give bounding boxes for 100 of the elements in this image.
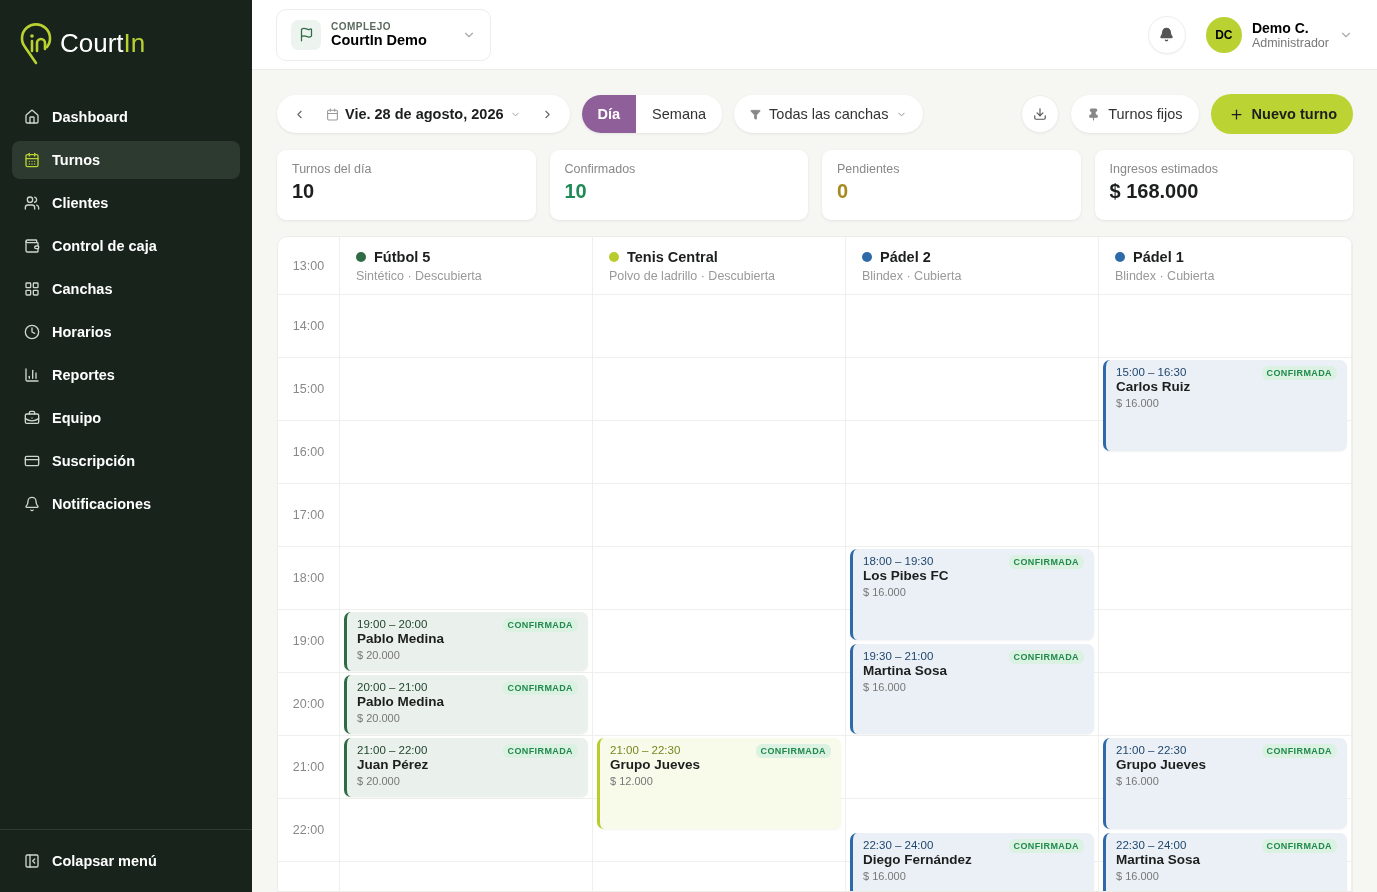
booking-time: 15:00 – 16:30 (1116, 366, 1187, 378)
pin-icon (1087, 107, 1101, 121)
sidebar-item[interactable]: Reportes (12, 356, 240, 394)
calendar-icon (326, 107, 339, 121)
status-badge: CONFIRMADA (1008, 649, 1084, 664)
download-icon (1033, 107, 1048, 121)
hour-label: 17:00 (278, 484, 339, 547)
client-name: Martina Sosa (863, 662, 949, 678)
booking-time: 18:00 – 19:30 (863, 555, 934, 567)
booking-card[interactable]: 21:00 – 22:00 CONFIRMADA Juan Pérez $ 20.000 (344, 738, 588, 797)
booking-card[interactable]: 19:30 – 21:00 CONFIRMADA Martina Sosa $ 16.000 (850, 643, 1094, 734)
client-name: Carlos Ruiz (1116, 379, 1192, 394)
court-detail: Polvo de ladrillo · Descubierta (609, 269, 777, 283)
bell-icon (24, 496, 40, 512)
status-badge: CONFIRMADA (1261, 366, 1337, 380)
complex-name: CourtIn Demo (331, 32, 428, 48)
complex-label: COMPLEJO (331, 21, 393, 32)
date-picker[interactable]: Vie. 28 de agosto, 2026 (314, 106, 533, 122)
booking-card[interactable]: 21:00 – 22:30 CONFIRMADA Grupo Jueves $ 12.000 (597, 738, 841, 829)
status-badge: CONFIRMADA (502, 744, 578, 758)
court-detail: Blindex · Cubierta (1115, 269, 1216, 283)
stat-label: Turnos del día (292, 162, 373, 176)
complex-selector[interactable]: COMPLEJO CourtIn Demo (276, 8, 491, 61)
hour-label: 22:00 (278, 799, 339, 862)
booking-card[interactable]: 18:00 – 19:30 CONFIRMADA Los Pibes FC $ 16.000 (850, 549, 1094, 640)
booking-time: 20:00 – 21:00 (357, 681, 428, 693)
user-role: Administrador (1251, 35, 1329, 50)
hour-label: 13:00 (278, 237, 340, 295)
booking-time: 21:00 – 22:30 (1116, 744, 1187, 756)
sidebar-item[interactable]: Horarios (12, 313, 240, 351)
status-badge: CONFIRMADA (1261, 838, 1337, 853)
view-tab[interactable]: Día (581, 95, 637, 133)
client-name: Juan Pérez (357, 757, 430, 772)
stat-value: 10 (292, 180, 316, 203)
user-avatar: DC (1205, 16, 1242, 53)
sidebar-item[interactable]: Equipo (12, 399, 240, 437)
booking-price: $ 20.000 (357, 649, 401, 661)
booking-time: 21:00 – 22:00 (357, 744, 428, 756)
hour-label: 15:00 (278, 358, 339, 421)
bar-chart-icon (24, 367, 40, 383)
status-badge: CONFIRMADA (502, 618, 578, 632)
stat-label: Pendientes (837, 162, 901, 176)
sidebar-item[interactable]: Control de caja (12, 227, 240, 265)
bell-icon (1159, 27, 1175, 42)
booking-time: 19:30 – 21:00 (863, 649, 934, 662)
booking-card[interactable]: 22:30 – 24:00 CONFIRMADA Diego Fernández $ 16.000 (850, 832, 1094, 891)
court-name: Tenis Central (609, 249, 829, 265)
booking-time: 19:00 – 20:00 (357, 618, 428, 630)
stat-label: Ingresos estimados (1109, 162, 1219, 176)
client-name: Los Pibes FC (863, 568, 950, 583)
notifications-button[interactable] (1147, 15, 1186, 54)
logo-pin-icon (20, 21, 52, 65)
download-button[interactable] (1021, 95, 1060, 133)
user-menu[interactable]: DC Demo C. Administrador (1205, 16, 1353, 53)
hour-label: 18:00 (278, 547, 339, 610)
booking-card[interactable]: 19:00 – 20:00 CONFIRMADA Pablo Medina $ 20.000 (344, 612, 588, 671)
booking-card[interactable]: 21:00 – 22:30 CONFIRMADA Grupo Jueves $ 16.000 (1103, 738, 1347, 829)
hour-label: 21:00 (278, 736, 339, 799)
booking-price: $ 16.000 (863, 869, 907, 882)
stat-value: 0 (837, 180, 850, 203)
sidebar-item[interactable]: Turnos (12, 141, 240, 179)
booking-time: 21:00 – 22:30 (610, 744, 681, 756)
sidebar-item[interactable]: Clientes (12, 184, 240, 222)
stat-value: 10 (564, 180, 588, 203)
sidebar-item[interactable]: Suscripción (12, 442, 240, 480)
new-booking-button[interactable]: Nuevo turno (1210, 94, 1353, 134)
sidebar-item[interactable]: Notificaciones (12, 485, 240, 523)
collapse-menu-button[interactable]: Colapsar menú (12, 842, 240, 880)
booking-card[interactable]: 15:00 – 16:30 CONFIRMADA Carlos Ruiz $ 16.000 (1103, 360, 1347, 451)
client-name: Diego Fernández (863, 851, 973, 867)
court-filter[interactable]: Todas las canchas (734, 95, 924, 133)
users-icon (24, 195, 40, 211)
sidebar-item[interactable]: Dashboard (12, 98, 240, 136)
fixed-bookings-button[interactable]: Turnos fijos (1071, 95, 1199, 133)
client-name: Pablo Medina (357, 631, 445, 646)
sidebar-item[interactable]: Canchas (12, 270, 240, 308)
clock-icon (24, 324, 40, 340)
booking-card[interactable]: 20:00 – 21:00 CONFIRMADA Pablo Medina $ 20.000 (344, 675, 588, 734)
booking-price: $ 20.000 (357, 712, 401, 724)
stat-value: $ 168.000 (1109, 180, 1200, 203)
booking-price: $ 16.000 (863, 680, 907, 693)
booking-price: $ 16.000 (1116, 869, 1160, 882)
briefcase-icon (24, 410, 40, 426)
client-name: Grupo Jueves (1116, 757, 1208, 772)
court-detail: Sintético · Descubierta (356, 269, 483, 283)
booking-price: $ 12.000 (610, 775, 654, 787)
court-name: Pádel 2 (862, 249, 1082, 265)
status-badge: CONFIRMADA (755, 744, 831, 758)
booking-price: $ 16.000 (1116, 397, 1160, 409)
hour-label: 19:00 (278, 610, 339, 673)
view-tab[interactable]: Semana (636, 95, 723, 133)
card-icon (24, 453, 40, 469)
hour-label: 20:00 (278, 673, 339, 736)
court-detail: Blindex · Cubierta (862, 269, 963, 283)
court-name: Pádel 1 (1115, 249, 1335, 265)
grid-icon (24, 281, 40, 297)
booking-card[interactable]: 22:30 – 24:00 CONFIRMADA Martina Sosa $ 16.000 (1103, 832, 1347, 891)
status-badge: CONFIRMADA (1261, 744, 1337, 758)
booking-price: $ 16.000 (863, 586, 907, 598)
house-icon (24, 109, 40, 125)
